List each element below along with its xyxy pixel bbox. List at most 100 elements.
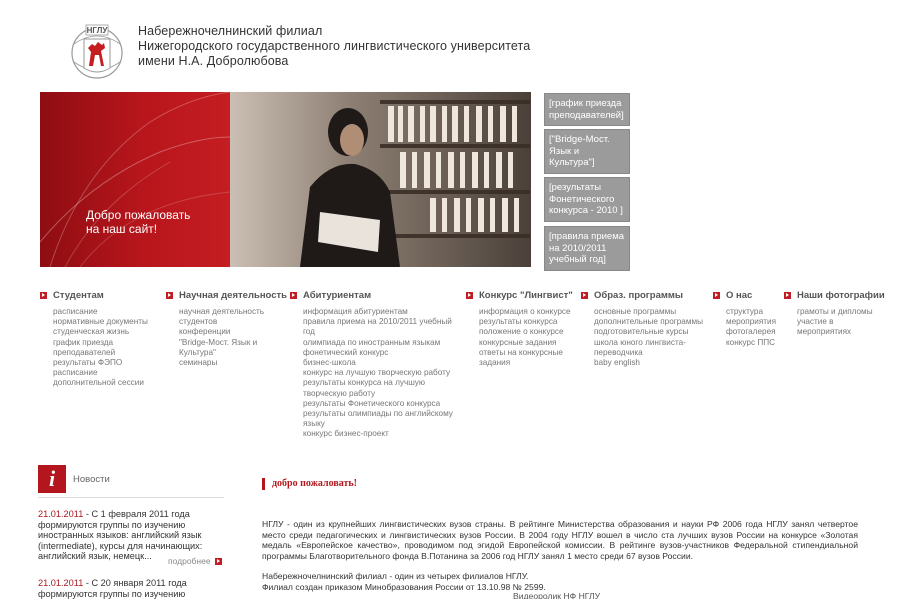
nav-link[interactable]: результаты конкурса (479, 317, 573, 327)
nav-heading[interactable]: Конкурс "Лингвист" (466, 290, 573, 301)
nav-heading[interactable]: Наши фотографии (784, 290, 885, 301)
nav-link[interactable]: результаты Фонетического конкурса (303, 399, 453, 409)
nav-link[interactable]: "Bridge-Мост. Язык и (179, 338, 287, 348)
title-line: Набережночелнинский филиал (138, 24, 323, 38)
news-text: (intermediate), курсы для начинающих: (38, 540, 203, 551)
nav-link[interactable]: конкурс бизнес-проект (303, 429, 453, 439)
nav-link[interactable]: бизнес-школа (303, 358, 453, 368)
nav-link[interactable]: год (303, 327, 453, 337)
promo-line: конкурса - 2010 ] (549, 205, 623, 216)
arrow-bullet-icon (713, 292, 720, 299)
nav-link[interactable]: нормативные документы (53, 317, 148, 327)
promo-line: учебный год] (549, 254, 606, 265)
nav-link[interactable]: участие в (797, 317, 885, 327)
promo-line: Культура"] (549, 157, 595, 168)
news-text: иностранных языков: английский язык (38, 530, 202, 541)
nav-link[interactable]: конкурс ППС (726, 338, 776, 348)
nav-link[interactable]: творческую работу (303, 389, 453, 399)
nav-link[interactable]: график приезда (53, 338, 148, 348)
nav-link[interactable]: конференции (179, 327, 287, 337)
nav-link[interactable]: расписание (53, 368, 148, 378)
nav-linguist-contest: Конкурс "Лингвист" информация о конкурсе… (466, 290, 573, 368)
promo-line: ["Bridge-Мост. (549, 134, 610, 145)
article-line: Набережночелнинский филиал - один из чет… (262, 571, 529, 582)
title-line: Нижегородского государственного лингвист… (138, 39, 531, 53)
nav-students: Студентам расписание нормативные докумен… (40, 290, 148, 389)
news-text: - С 20 января 2011 года (83, 578, 187, 588)
logo-text: НГЛУ (87, 26, 109, 35)
nav-link[interactable]: результаты олимпиады по английскому (303, 409, 453, 419)
nav-link[interactable]: фотогалерея (726, 327, 776, 337)
promo-bridge[interactable]: ["Bridge-Мост. Язык и Культура"] (544, 129, 630, 174)
nav-link[interactable]: мероприятия (726, 317, 776, 327)
welcome-text: Добро пожаловать на наш сайт! (86, 208, 190, 236)
more-label: подробнее (168, 556, 211, 566)
nav-link[interactable]: задания (479, 358, 573, 368)
nav-heading-label: Научная деятельность (179, 290, 288, 301)
nav-link[interactable]: конкурсные задания (479, 338, 573, 348)
promo-line: Фонетического (549, 193, 615, 205)
nav-link[interactable]: основные программы (594, 307, 703, 317)
arrow-bullet-icon (290, 292, 297, 299)
news-heading: Новости (73, 474, 110, 485)
nav-link[interactable]: студенческая жизнь (53, 327, 148, 337)
nav-link[interactable]: конкурс на лучшую творческую работу (303, 368, 453, 378)
nav-link[interactable]: научная деятельность (179, 307, 287, 317)
arrow-bullet-icon (581, 292, 588, 299)
nav-heading-label: Наши фотографии (797, 290, 885, 301)
nav-link[interactable]: Культура" (179, 348, 287, 358)
nav-link[interactable]: правила приема на 2010/2011 учебный (303, 317, 453, 327)
news-item[interactable]: 21.01.2011 - С 20 января 2011 года форми… (38, 578, 228, 599)
banner-red-panel: Добро пожаловать на наш сайт! (40, 92, 231, 267)
nav-link[interactable]: грамоты и дипломы (797, 307, 885, 317)
welcome-heading: добро пожаловать! (262, 478, 357, 490)
news-item[interactable]: 21.01.2011 - С 1 февраля 2011 года форми… (38, 509, 228, 562)
nav-link[interactable]: результаты конкурса на лучшую (303, 378, 453, 388)
nav-link[interactable]: подготовительные курсы (594, 327, 703, 337)
nav-link[interactable]: информация абитуриентам (303, 307, 453, 317)
nav-link[interactable]: дополнительные программы (594, 317, 703, 327)
nav-link[interactable]: структура (726, 307, 776, 317)
title-line: имени Н.А. Добролюбова (138, 54, 289, 68)
nav-heading[interactable]: Образ. программы (581, 290, 703, 301)
nav-link[interactable]: результаты ФЭПО (53, 358, 148, 368)
nav-heading-label: Образ. программы (594, 290, 684, 301)
nav-heading[interactable]: Студентам (40, 290, 148, 301)
arrow-bullet-icon (40, 292, 47, 299)
nav-link[interactable]: информация о конкурсе (479, 307, 573, 317)
university-logo[interactable]: НГЛУ (64, 22, 130, 80)
nav-link[interactable]: преподавателей (53, 348, 148, 358)
welcome-line: на наш сайт! (86, 222, 158, 236)
nav-link[interactable]: baby english (594, 358, 703, 368)
promo-line: [результаты (549, 182, 602, 193)
nav-link[interactable]: ответы на конкурсные (479, 348, 573, 358)
news-date: 21.01.2011 (38, 578, 84, 588)
nav-link[interactable]: мероприятиях (797, 327, 885, 337)
nav-link[interactable]: семинары (179, 358, 287, 368)
nav-heading[interactable]: О нас (713, 290, 776, 301)
nav-link[interactable]: переводчика (594, 348, 703, 358)
nav-heading-label: Студентам (53, 290, 104, 301)
nav-heading-label: Абитуриентам (303, 290, 372, 301)
more-link[interactable]: подробнее (168, 556, 222, 566)
nav-link[interactable]: языку (303, 419, 453, 429)
promo-phonetic-results[interactable]: [результаты Фонетического конкурса - 201… (544, 177, 630, 222)
video-link[interactable]: Видеоролик НФ НГЛУ (513, 591, 600, 599)
nav-heading[interactable]: Научная деятельность (166, 290, 287, 301)
arrow-bullet-icon (466, 292, 473, 299)
nav-heading[interactable]: Абитуриентам (290, 290, 453, 301)
nav-link[interactable]: школа юного лингвиста- (594, 338, 703, 348)
news-date: 21.01.2011 (38, 509, 84, 519)
nav-link[interactable]: дополнительной сессии (53, 378, 148, 388)
nav-link[interactable]: олимпиада по иностранным языкам (303, 338, 453, 348)
news-text: - С 1 февраля 2011 года (83, 509, 190, 519)
nav-link[interactable]: расписание (53, 307, 148, 317)
nav-link[interactable]: студентов (179, 317, 287, 327)
library-photo (230, 92, 531, 267)
nav-heading-label: Конкурс "Лингвист" (479, 290, 573, 301)
promo-admission-rules[interactable]: [правила приема на 2010/2011 учебный год… (544, 226, 630, 271)
nav-link[interactable]: положение о конкурсе (479, 327, 573, 337)
promo-teacher-schedule[interactable]: [график приезда преподавателей] (544, 93, 630, 126)
promo-line: [правила приема (549, 231, 625, 242)
nav-link[interactable]: фонетический конкурс (303, 348, 453, 358)
